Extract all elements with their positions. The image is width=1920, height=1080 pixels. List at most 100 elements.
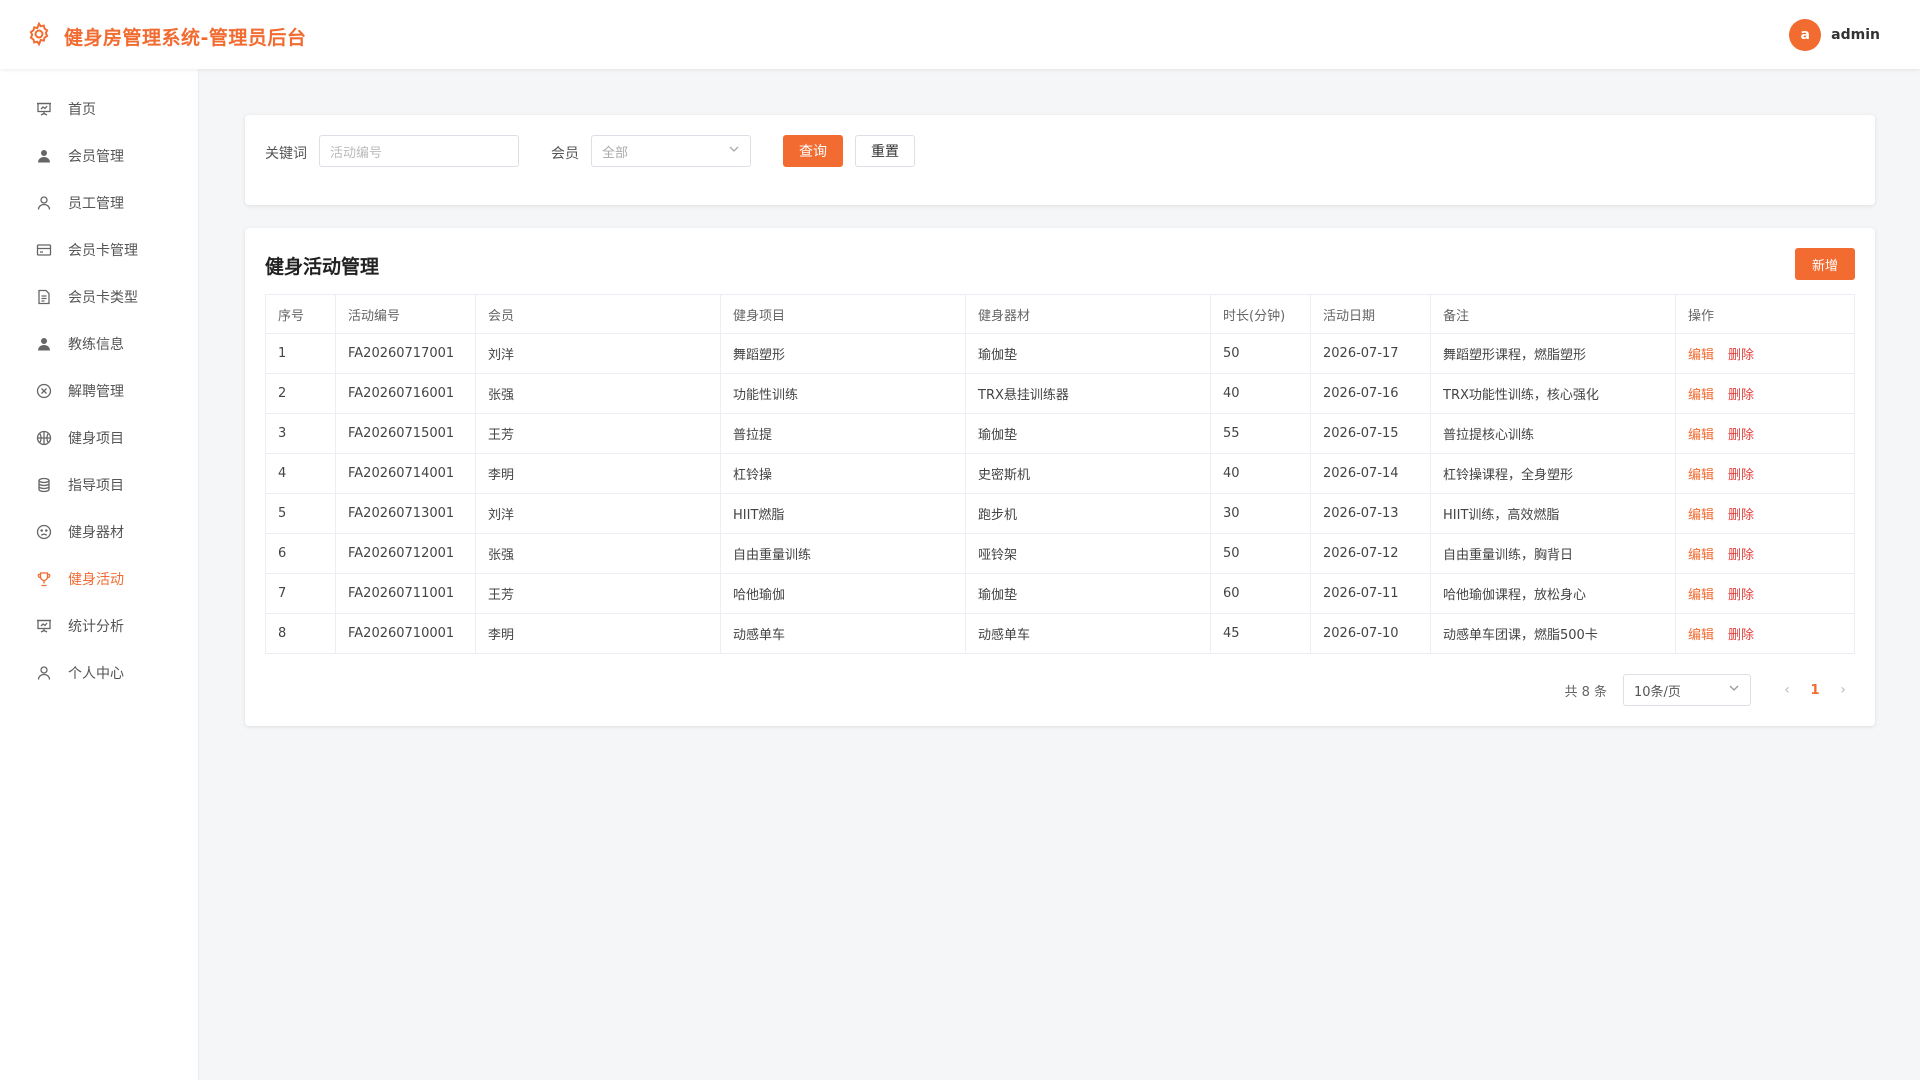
delete-button[interactable]: 删除 [1728,508,1754,523]
table-cell: 自由重量训练，胸背日 [1430,533,1676,574]
add-button[interactable]: 新增 [1795,248,1855,280]
table-cell: 50 [1210,333,1311,374]
activity-table-panel: 健身活动管理 新增 序号 活动编号 会员 健身项目 健身器材 时长(分钟) 活动日期 备注 操作… [245,228,1875,726]
filter-panel: 关键词 活动编号 会员 全部 查询 重置 [245,115,1875,205]
presentation-board-icon [35,100,53,118]
edit-button[interactable]: 编辑 [1688,388,1714,403]
delete-button[interactable]: 删除 [1728,388,1754,403]
table-row: 6 FA20260712001 张强 自由重量训练 哑铃架 50 2026-07-12 自由重… [265,533,1855,574]
sidebar-item-label: 会员卡管理 [68,243,138,259]
username[interactable]: admin [1831,27,1880,43]
delete-button[interactable]: 删除 [1728,428,1754,443]
sidebar-item-5[interactable]: 教练信息 [0,324,199,364]
basketball-icon [35,429,53,447]
table-cell: HIIT燃脂 [720,493,966,534]
sidebar-item-2[interactable]: 员工管理 [0,183,199,223]
sidebar-item-7[interactable]: 健身项目 [0,418,199,458]
sidebar-item-3[interactable]: 会员卡管理 [0,230,199,270]
edit-button[interactable]: 编辑 [1688,428,1714,443]
delete-button[interactable]: 删除 [1728,468,1754,483]
column-header: 健身项目 [720,294,966,334]
edit-button[interactable]: 编辑 [1688,508,1714,523]
brand[interactable]: 健身房管理系统-管理员后台 [26,21,306,51]
gear-icon [26,21,52,51]
member-select-value: 全部 [602,145,629,161]
sidebar-item-label: 个人中心 [68,666,124,682]
delete-button[interactable]: 删除 [1728,548,1754,563]
page-size-select[interactable]: 10条/页 [1623,674,1751,706]
table-cell: 王芳 [475,573,721,614]
table-cell: 2026-07-13 [1310,493,1431,534]
user-outline-icon [35,194,53,212]
sidebar-item-label: 首页 [68,102,96,118]
reset-button[interactable]: 重置 [855,135,915,167]
sad-face-icon [35,523,53,541]
delete-button[interactable]: 删除 [1728,348,1754,363]
sidebar-item-6[interactable]: 解聘管理 [0,371,199,411]
top-header: 健身房管理系统-管理员后台 a admin [0,0,1920,69]
delete-button[interactable]: 删除 [1728,628,1754,643]
next-page-button[interactable]: › [1831,682,1855,698]
edit-button[interactable]: 编辑 [1688,588,1714,603]
edit-button[interactable]: 编辑 [1688,348,1714,363]
pagination: 共 8 条 10条/页 ‹ 1 › [1564,674,1855,706]
total-count: 共 8 条 [1564,684,1607,700]
sidebar-item-label: 统计分析 [68,619,124,635]
table-cell: TRX悬挂训练器 [965,373,1211,414]
table-cell: 动感单车 [720,613,966,654]
sidebar-item-4[interactable]: 会员卡类型 [0,277,199,317]
table-cell: FA20260712001 [335,533,476,574]
table-cell: 李明 [475,453,721,494]
table-cell: 2026-07-11 [1310,573,1431,614]
sidebar-item-9[interactable]: 健身器材 [0,512,199,552]
table-cell: 杠铃操课程，全身塑形 [1430,453,1676,494]
table-cell: 瑜伽垫 [965,333,1211,374]
credit-card-icon [35,241,53,259]
table-cell: 李明 [475,613,721,654]
table-cell: 2026-07-15 [1310,413,1431,454]
table-cell: TRX功能性训练，核心强化 [1430,373,1676,414]
sidebar-item-8[interactable]: 指导项目 [0,465,199,505]
sidebar-item-0[interactable]: 首页 [0,89,199,129]
user-menu[interactable]: a admin [1789,19,1880,51]
column-header: 序号 [265,294,336,334]
table-cell: 40 [1210,373,1311,414]
table-cell: 舞蹈塑形课程，燃脂塑形 [1430,333,1676,374]
table-cell: 自由重量训练 [720,533,966,574]
actions-cell: 编辑 删除 [1675,453,1855,494]
page-number-current[interactable]: 1 [1799,683,1831,698]
table-cell: 王芳 [475,413,721,454]
column-header: 会员 [475,294,721,334]
prev-page-button[interactable]: ‹ [1775,682,1799,698]
table-cell: 5 [265,493,336,534]
sidebar-item-10[interactable]: 健身活动 [0,559,199,599]
edit-button[interactable]: 编辑 [1688,468,1714,483]
column-header: 活动日期 [1310,294,1431,334]
sidebar-item-12[interactable]: 个人中心 [0,653,199,693]
table-cell: 史密斯机 [965,453,1211,494]
table-header-row: 序号 活动编号 会员 健身项目 健身器材 时长(分钟) 活动日期 备注 操作 [265,294,1855,334]
chevron-down-icon [1728,682,1740,698]
table-cell: 50 [1210,533,1311,574]
table-row: 3 FA20260715001 王芳 普拉提 瑜伽垫 55 2026-07-15 普拉提核心训… [265,413,1855,454]
presentation-board-icon [35,617,53,635]
table-cell: 6 [265,533,336,574]
table-cell: 瑜伽垫 [965,573,1211,614]
table-cell: HIIT训练，高效燃脂 [1430,493,1676,534]
member-select[interactable]: 全部 [591,135,751,167]
search-button[interactable]: 查询 [783,135,843,167]
table-cell: 8 [265,613,336,654]
delete-button[interactable]: 删除 [1728,588,1754,603]
sidebar-item-label: 会员管理 [68,149,124,165]
actions-cell: 编辑 删除 [1675,373,1855,414]
sidebar-item-1[interactable]: 会员管理 [0,136,199,176]
trophy-icon [35,570,53,588]
edit-button[interactable]: 编辑 [1688,628,1714,643]
sidebar-item-label: 指导项目 [68,478,124,494]
edit-button[interactable]: 编辑 [1688,548,1714,563]
sidebar-item-11[interactable]: 统计分析 [0,606,199,646]
avatar[interactable]: a [1789,19,1822,51]
actions-cell: 编辑 删除 [1675,613,1855,654]
keyword-input[interactable]: 活动编号 [319,135,519,167]
keyword-label: 关键词 [265,146,307,162]
